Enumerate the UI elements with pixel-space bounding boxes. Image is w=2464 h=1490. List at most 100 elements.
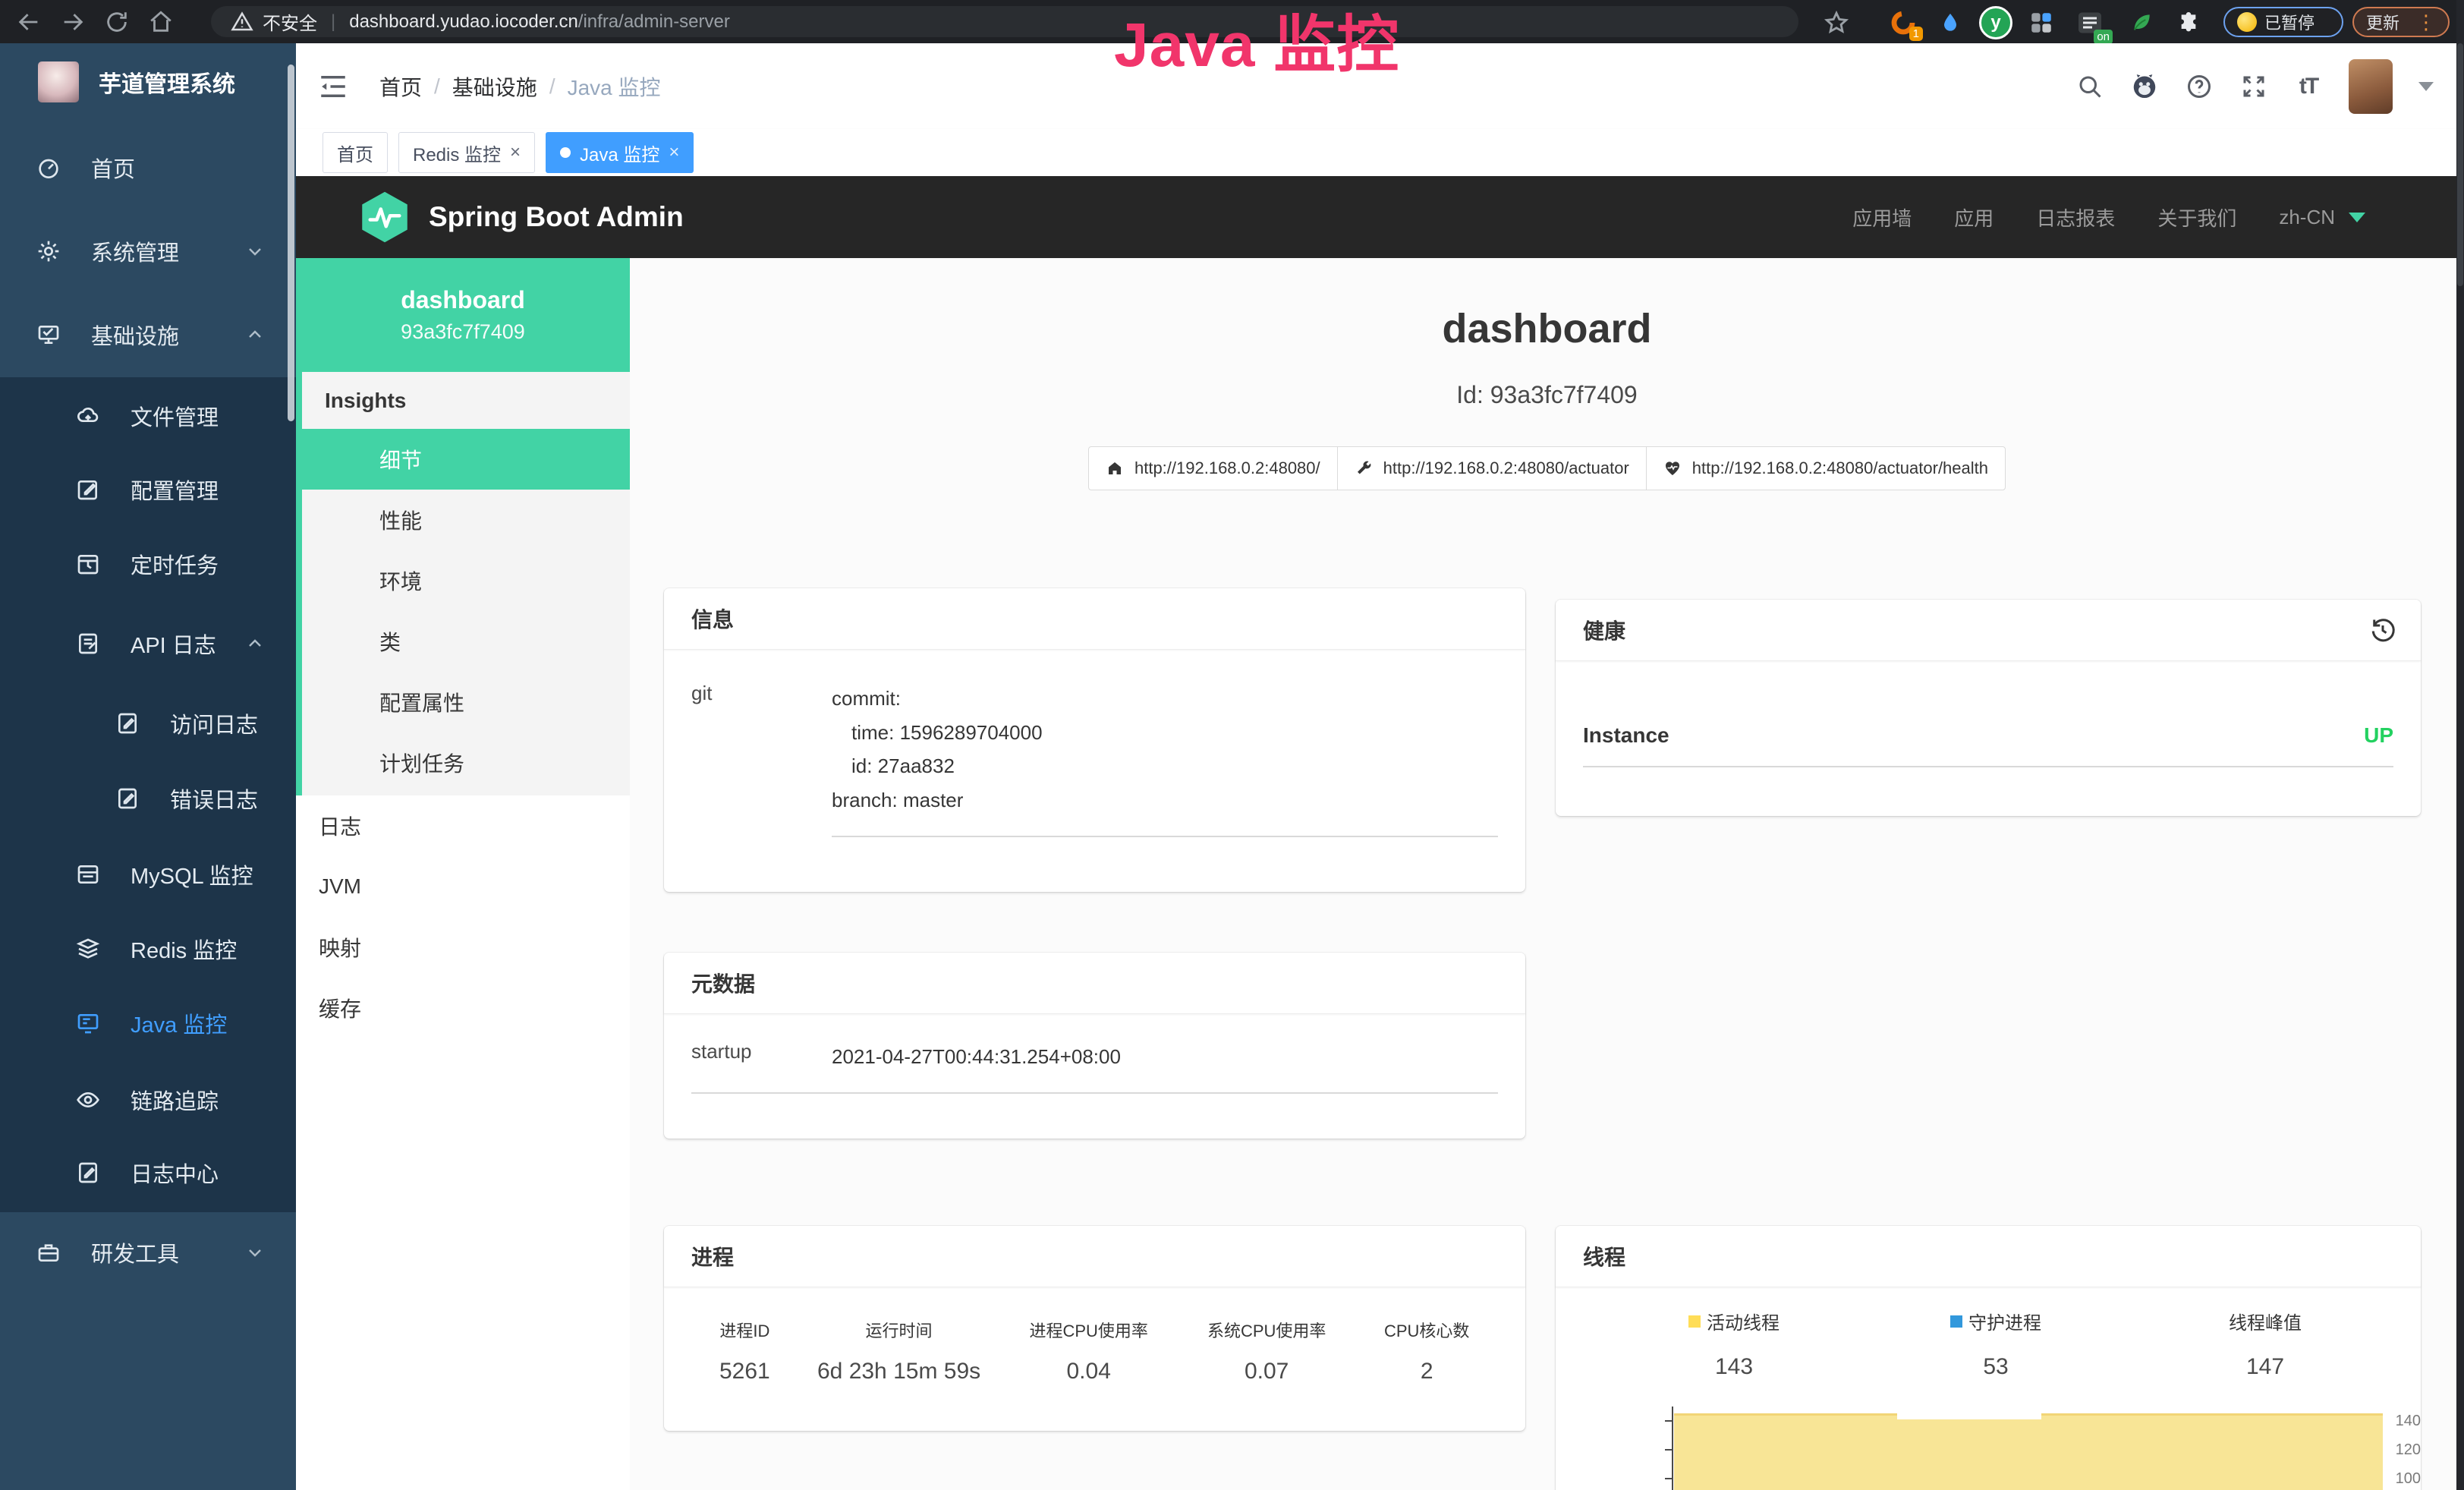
sba-nav-about[interactable]: 关于我们: [2157, 203, 2236, 232]
sidebar-item-error-log[interactable]: 错误日志: [0, 771, 296, 826]
sidebar-item-api-log[interactable]: API 日志: [0, 616, 296, 671]
hamburger-icon[interactable]: [317, 71, 349, 102]
browser-back-icon[interactable]: [14, 7, 44, 37]
help-icon[interactable]: [2185, 72, 2214, 101]
sidebar-item-home[interactable]: 首页: [0, 140, 296, 195]
sidebar-item-label: 链路追踪: [131, 1084, 219, 1116]
health-instance-row[interactable]: Instance UP: [1583, 723, 2393, 748]
heart-pulse-icon: [1663, 459, 1682, 477]
browser-menu-dots-icon[interactable]: ⋮: [2416, 11, 2436, 34]
doc-edit-icon: [76, 1161, 100, 1185]
sidebar-item-config-manage[interactable]: 配置管理: [0, 462, 296, 517]
fullscreen-icon[interactable]: [2239, 72, 2268, 101]
sidebar-item-label: 访问日志: [170, 707, 258, 739]
extensions-puzzle-icon[interactable]: [2172, 6, 2205, 39]
paused-label: 已暂停: [2264, 10, 2315, 34]
tab-close-icon[interactable]: ×: [510, 142, 521, 163]
tab-redis-monitor[interactable]: Redis 监控 ×: [398, 132, 535, 173]
menu-label: 环境: [379, 565, 422, 596]
sidebar-item-file-manage[interactable]: 文件管理: [0, 389, 296, 443]
url-divider: |: [331, 11, 335, 33]
sba-nav-applications[interactable]: 应用: [1954, 203, 1994, 232]
profile-paused-button[interactable]: 已暂停: [2223, 7, 2343, 37]
breadcrumb-infrastructure[interactable]: 基础设施: [452, 71, 537, 102]
sidebar-item-scheduled-tasks[interactable]: 定时任务: [0, 537, 296, 591]
gear-icon: [36, 239, 61, 263]
browser-home-icon[interactable]: [146, 7, 176, 37]
health-url-button[interactable]: http://192.168.0.2:48080/actuator/health: [1646, 446, 2006, 490]
sba-menu-details[interactable]: 细节: [296, 429, 636, 490]
sba-nav-journal[interactable]: 日志报表: [2036, 203, 2115, 232]
stat-label: 活动线程: [1707, 1308, 1780, 1334]
browser-reload-icon[interactable]: [102, 7, 132, 37]
sidebar-item-devtools[interactable]: 研发工具: [0, 1225, 296, 1280]
extension-list-icon[interactable]: on: [2073, 6, 2107, 39]
address-bar[interactable]: 不安全 | dashboard.yudao.iocoder.cn/infra/a…: [211, 6, 1798, 37]
tab-close-icon[interactable]: ×: [669, 142, 679, 163]
sba-menu-environment[interactable]: 环境: [302, 550, 636, 611]
app-logo-image: [38, 61, 79, 102]
metadata-value: 2021-04-27T00:44:31.254+08:00: [832, 1040, 1498, 1074]
page-scrollbar[interactable]: [2456, 0, 2464, 1490]
sidebar-scrollbar[interactable]: [288, 65, 294, 421]
instance-links: http://192.168.0.2:48080/ http://192.168…: [630, 446, 2464, 490]
sba-nav-language[interactable]: zh-CN: [2279, 206, 2335, 229]
sba-brand[interactable]: Spring Boot Admin: [360, 191, 684, 244]
sidebar-item-java-monitor[interactable]: Java 监控: [0, 996, 296, 1051]
sba-menu-logging[interactable]: 日志: [296, 795, 630, 856]
extension-green-circle-icon[interactable]: y: [1979, 6, 2012, 39]
extension-leaf-icon[interactable]: [2125, 6, 2158, 39]
language-caret-icon[interactable]: [2349, 213, 2365, 222]
sidebar-item-label: 定时任务: [131, 548, 219, 580]
menu-label: 细节: [379, 444, 422, 474]
breadcrumb-current: Java 监控: [568, 71, 661, 102]
sidebar-item-access-log[interactable]: 访问日志: [0, 696, 296, 751]
browser-update-button[interactable]: 更新 ⋮: [2352, 7, 2450, 37]
sba-instance-header[interactable]: dashboard 93a3fc7f7409: [296, 258, 630, 372]
sidebar-item-mysql-monitor[interactable]: MySQL 监控: [0, 847, 296, 902]
info-card: 信息 git commit: time: 1596289704000 id: 2…: [664, 588, 1525, 892]
sba-menu-metrics[interactable]: 性能: [302, 490, 636, 550]
sidebar-item-system[interactable]: 系统管理: [0, 224, 296, 279]
active-tab-dot: [560, 147, 571, 158]
user-avatar[interactable]: [2349, 59, 2393, 114]
info-value: commit: time: 1596289704000 id: 27aa832 …: [832, 682, 1498, 837]
github-icon[interactable]: [2130, 72, 2159, 101]
sba-menu-jvm[interactable]: JVM: [296, 856, 630, 917]
speedometer-icon: [36, 156, 61, 180]
sba-menu-scheduled-tasks[interactable]: 计划任务: [302, 732, 636, 793]
avatar-caret-icon[interactable]: [2418, 82, 2434, 91]
stat-value: 143: [1651, 1354, 1817, 1380]
extension-orange-icon[interactable]: 1: [1887, 6, 1920, 39]
extension-drop-icon[interactable]: [1934, 6, 1967, 39]
bookmark-star-icon[interactable]: [1820, 6, 1853, 39]
search-icon[interactable]: [2075, 72, 2104, 101]
sba-menu-caches[interactable]: 缓存: [296, 978, 630, 1038]
tab-home[interactable]: 首页: [323, 132, 388, 173]
extension-grid-icon[interactable]: [2025, 6, 2058, 39]
text-size-icon[interactable]: tT: [2294, 72, 2323, 101]
breadcrumb-separator: /: [434, 74, 440, 99]
sba-menu-mappings[interactable]: 映射: [296, 917, 630, 978]
sidebar-item-redis-monitor[interactable]: Redis 监控: [0, 921, 296, 976]
sba-nav-wallboard[interactable]: 应用墙: [1852, 203, 1912, 232]
breadcrumb-home[interactable]: 首页: [379, 71, 422, 102]
service-url: http://192.168.0.2:48080/: [1134, 458, 1320, 478]
sba-menu-classes[interactable]: 类: [302, 611, 636, 672]
app-logo-row[interactable]: 芋道管理系统: [0, 52, 296, 112]
app-sidebar: 芋道管理系统 首页 系统管理 基础设施 文件管理 配置管理 定时任务 API 日…: [0, 43, 296, 1490]
tab-java-monitor[interactable]: Java 监控 ×: [546, 132, 694, 173]
page-scrollbar-thumb[interactable]: [2457, 43, 2463, 286]
sidebar-item-log-center[interactable]: 日志中心: [0, 1145, 296, 1200]
process-col-system-cpu: 系统CPU使用率 0.07: [1178, 1318, 1355, 1384]
sidebar-item-tracing[interactable]: 链路追踪: [0, 1073, 296, 1127]
browser-forward-icon[interactable]: [58, 7, 88, 37]
service-url-button[interactable]: http://192.168.0.2:48080/: [1088, 446, 1338, 490]
sidebar-item-infrastructure[interactable]: 基础设施: [0, 307, 296, 362]
menu-label: 类: [379, 626, 401, 657]
actuator-url-button[interactable]: http://192.168.0.2:48080/actuator: [1337, 446, 1647, 490]
y-axis-line: [1672, 1407, 1673, 1490]
sidebar-item-label: 文件管理: [131, 400, 219, 432]
sba-menu-config-props[interactable]: 配置属性: [302, 672, 636, 732]
history-icon[interactable]: [2369, 616, 2396, 644]
